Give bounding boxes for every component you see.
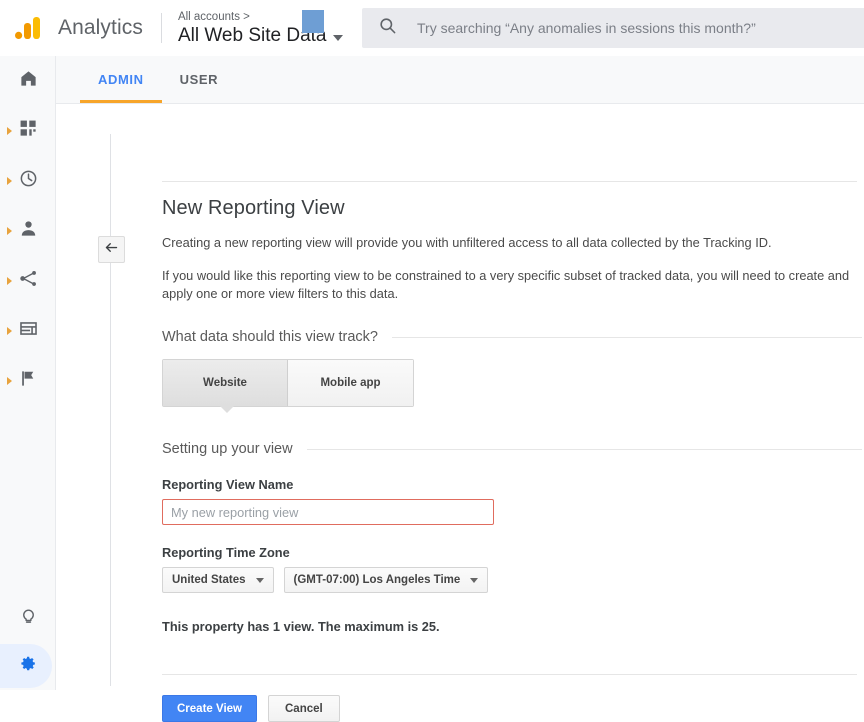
expand-arrow-icon: [7, 127, 12, 135]
view-name-label: Reporting View Name: [162, 477, 294, 492]
description-paragraph-2: If you would like this reporting view to…: [162, 268, 850, 301]
toggle-mobile-app[interactable]: Mobile app: [288, 360, 413, 406]
description-paragraph-1: Creating a new reporting view will provi…: [162, 235, 772, 250]
time-zone-offset-select[interactable]: (GMT-07:00) Los Angeles Time: [283, 567, 489, 593]
breadcrumb[interactable]: All accounts >: [178, 10, 358, 24]
brand-name: Analytics: [58, 16, 143, 39]
sidebar-item-conversions[interactable]: [0, 356, 56, 406]
view-quota-note: This property has 1 view. The maximum is…: [162, 619, 440, 634]
search-icon: [378, 16, 397, 40]
expand-arrow-icon: [7, 327, 12, 335]
sidebar-item-behavior[interactable]: [0, 306, 56, 356]
top-divider: [162, 181, 857, 182]
header-divider: [160, 13, 162, 43]
expand-arrow-icon: [7, 377, 12, 385]
search-input[interactable]: Try searching “Any anomalies in sessions…: [417, 20, 756, 36]
legend-rule: [306, 448, 862, 450]
analytics-logo-icon: [0, 17, 56, 39]
time-zone-label: Reporting Time Zone: [162, 545, 290, 560]
sidebar-item-audience[interactable]: [0, 206, 56, 256]
new-reporting-view-form: New Reporting View Creating a new report…: [162, 197, 862, 722]
admin-pane: New Reporting View Creating a new report…: [56, 104, 864, 722]
share-nodes-icon: [19, 269, 38, 293]
form-actions: Create View Cancel: [162, 695, 862, 722]
sidebar-bottom-group: [0, 594, 56, 690]
sidebar-item-home[interactable]: [0, 56, 56, 106]
chevron-down-icon: [255, 577, 264, 583]
data-type-toggle-group[interactable]: Website Mobile app: [162, 359, 414, 413]
legend-rule: [392, 336, 862, 338]
vertical-divider: [110, 134, 111, 686]
left-sidebar: [0, 56, 56, 690]
sidebar-item-customization[interactable]: [0, 106, 56, 156]
expand-arrow-icon: [7, 277, 12, 285]
expand-arrow-icon: [7, 227, 12, 235]
clock-icon: [19, 169, 38, 193]
sidebar-item-acquisition[interactable]: [0, 256, 56, 306]
window-icon: [19, 319, 38, 343]
search-bar[interactable]: Try searching “Any anomalies in sessions…: [362, 8, 864, 48]
back-arrow-icon: [104, 240, 119, 260]
account-selector[interactable]: All accounts > All Web Site Data: [178, 8, 358, 48]
track-legend-row: What data should this view track?: [162, 329, 862, 345]
lightbulb-icon: [19, 606, 38, 630]
setup-legend-row: Setting up your view: [162, 441, 862, 457]
account-title-row[interactable]: All Web Site Data: [178, 24, 358, 48]
customization-grid-icon: [19, 119, 38, 143]
create-view-button[interactable]: Create View: [162, 695, 257, 722]
selection-pointer-icon: [219, 405, 235, 413]
sidebar-item-admin[interactable]: [0, 642, 56, 690]
gear-icon: [19, 654, 38, 678]
home-icon: [19, 69, 38, 93]
time-zone-offset-value: (GMT-07:00) Los Angeles Time: [293, 574, 461, 586]
tab-bar: ADMIN USER: [56, 56, 864, 104]
setup-legend-label: Setting up your view: [162, 441, 293, 457]
chevron-down-icon: [332, 34, 343, 41]
avatar: [301, 10, 324, 33]
view-name-input[interactable]: My new reporting view: [162, 499, 494, 525]
flag-icon: [19, 369, 38, 393]
tab-user[interactable]: USER: [162, 55, 237, 103]
tab-admin[interactable]: ADMIN: [80, 55, 162, 103]
top-app-bar: Analytics All accounts > All Web Site Da…: [0, 0, 864, 56]
bottom-divider: [162, 674, 857, 675]
back-button[interactable]: [98, 236, 125, 263]
time-zone-row: United States (GMT-07:00) Los Angeles Ti…: [162, 567, 862, 593]
expand-arrow-icon: [7, 177, 12, 185]
sidebar-item-realtime[interactable]: [0, 156, 56, 206]
cancel-button[interactable]: Cancel: [268, 695, 340, 722]
time-zone-country-select[interactable]: United States: [162, 567, 274, 593]
time-zone-country-value: United States: [172, 574, 246, 586]
toggle-website[interactable]: Website: [163, 360, 288, 406]
person-icon: [19, 219, 38, 243]
content-area: ADMIN USER New Reporting View Creating a…: [56, 56, 864, 722]
chevron-down-icon: [470, 577, 479, 583]
page-title: New Reporting View: [162, 197, 345, 219]
track-legend-label: What data should this view track?: [162, 329, 378, 345]
sidebar-item-discover[interactable]: [0, 594, 56, 642]
